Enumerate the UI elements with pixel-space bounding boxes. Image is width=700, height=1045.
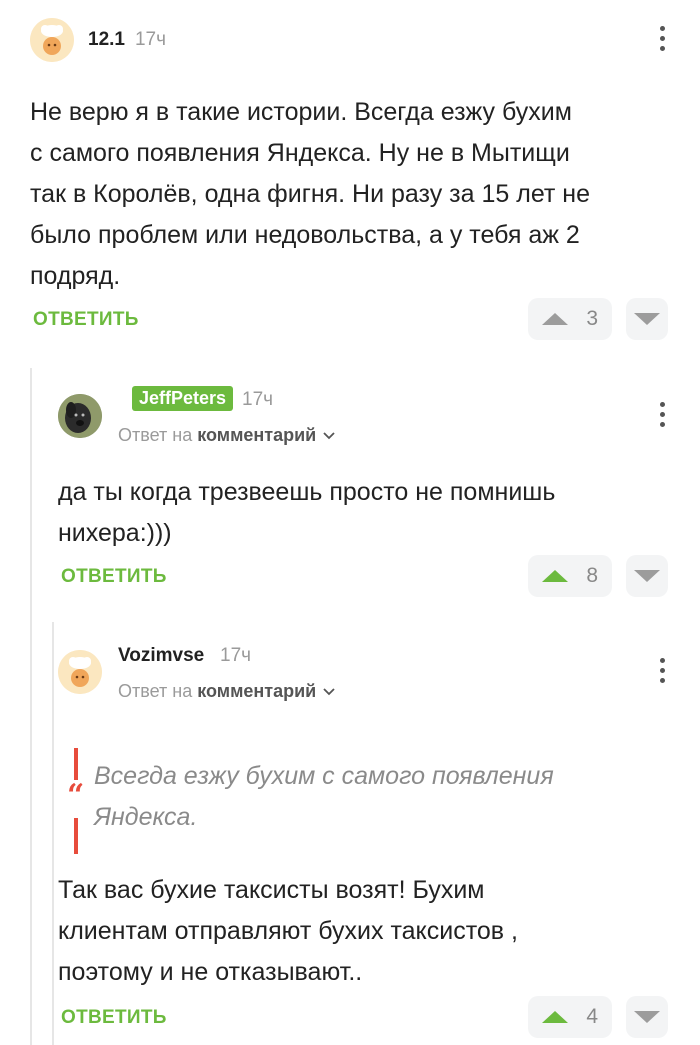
more-options-icon[interactable] (656, 658, 668, 683)
downvote-button[interactable] (626, 996, 668, 1038)
quote-bar (74, 748, 78, 780)
vote-controls: 3 (528, 298, 668, 340)
username[interactable]: 12.1 (88, 29, 125, 51)
chevron-down-icon (323, 687, 335, 695)
more-options-icon[interactable] (656, 402, 668, 427)
arrow-down-icon (634, 1011, 660, 1023)
username[interactable]: JeffPeters (132, 386, 234, 411)
dog-avatar-icon (58, 394, 102, 438)
quote-block: “ Всегда езжу бухим с самого появления Я… (67, 748, 674, 858)
downvote-button[interactable] (626, 298, 668, 340)
arrow-up-icon (542, 313, 568, 325)
reply-button[interactable]: ОТВЕТИТЬ (61, 1007, 167, 1029)
comment-text: Так вас бухие таксисты возят! Бухим клие… (58, 876, 518, 986)
arrow-down-icon (634, 570, 660, 582)
quote-bar (74, 818, 78, 854)
comment-header: 12.1 17ч (30, 18, 166, 62)
timestamp: 17ч (220, 645, 252, 666)
chef-avatar-icon (58, 650, 102, 694)
vote-count: 3 (586, 307, 598, 330)
arrow-up-icon (542, 1011, 568, 1023)
timestamp: 17ч (242, 389, 274, 410)
reply-to[interactable]: Ответ на комментарий (118, 681, 336, 702)
more-options-icon[interactable] (656, 26, 668, 51)
comment-header (58, 394, 102, 438)
vote-controls: 8 (528, 555, 668, 597)
upvote-button[interactable]: 3 (528, 298, 612, 340)
thread-line-level2 (52, 622, 54, 1045)
quote-text: Всегда езжу бухим с самого появления Янд… (94, 762, 554, 831)
upvote-button[interactable]: 4 (528, 996, 612, 1038)
chef-avatar-icon (30, 18, 74, 62)
chevron-down-icon (323, 431, 335, 439)
comment-text: да ты когда трезвеешь просто не помнишь … (58, 478, 556, 547)
downvote-button[interactable] (626, 555, 668, 597)
comment-text: Не верю я в такие истории. Всегда езжу б… (30, 98, 591, 290)
reply-button[interactable]: ОТВЕТИТЬ (33, 309, 139, 331)
avatar[interactable] (58, 650, 102, 694)
arrow-up-icon (542, 570, 568, 582)
upvote-button[interactable]: 8 (528, 555, 612, 597)
vote-count: 8 (586, 564, 598, 587)
timestamp: 17ч (134, 29, 167, 50)
thread-line-level1 (30, 368, 32, 1045)
avatar[interactable] (30, 18, 74, 62)
vote-controls: 4 (528, 996, 668, 1038)
quote-icon: “ (67, 778, 85, 813)
username[interactable]: Vozimvse (118, 645, 204, 667)
vote-count: 4 (586, 1005, 598, 1028)
comment-header (58, 650, 102, 694)
reply-to[interactable]: Ответ на комментарий (118, 425, 336, 446)
arrow-down-icon (634, 313, 660, 325)
avatar[interactable] (58, 394, 102, 438)
reply-button[interactable]: ОТВЕТИТЬ (61, 566, 167, 588)
